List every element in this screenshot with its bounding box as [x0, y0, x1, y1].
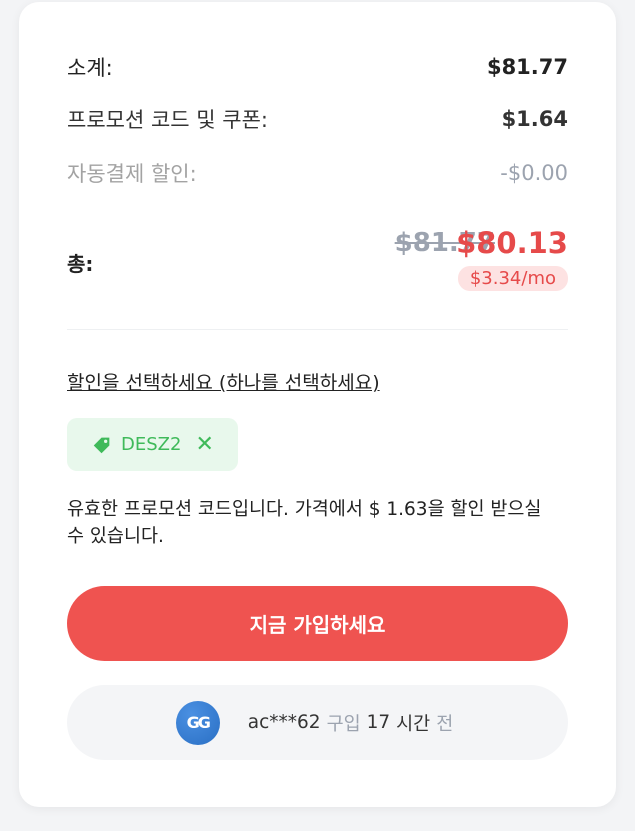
close-icon[interactable]: ✕: [195, 433, 213, 456]
autopay-row: 자동결제 할인: -$0.00: [67, 158, 568, 188]
time-ago: 전: [436, 713, 454, 735]
order-summary-card: 소계: $81.77 프로모션 코드 및 쿠폰: $1.64 자동결제 할인: …: [19, 2, 616, 807]
autopay-label: 자동결제 할인:: [67, 162, 197, 186]
purchase-action: 구입: [326, 713, 361, 735]
tag-icon: [93, 437, 110, 453]
promo-label: 프로모션 코드 및 쿠폰:: [67, 108, 268, 132]
coupon-code: DESZ2: [121, 434, 182, 455]
promo-message: 유효한 프로모션 코드입니다. 가격에서 $ 1.63을 할인 받으실 수 있습…: [67, 499, 542, 547]
final-price: $80.13: [456, 226, 568, 260]
total-label: 총:: [67, 252, 94, 276]
subtotal-value: $81.77: [486, 55, 568, 79]
coupon-chip: DESZ2 ✕: [67, 418, 238, 471]
time-unit: 시간: [396, 713, 431, 735]
autopay-value: -$0.00: [500, 161, 568, 185]
per-month-badge: $3.34/mo: [457, 266, 568, 291]
promo-value: $1.64: [501, 107, 568, 131]
avatar: GG: [175, 700, 220, 745]
select-discount-link[interactable]: 할인을 선택하세요 (하나를 선택하세요): [67, 368, 380, 395]
time-amount: 17: [366, 712, 391, 733]
signup-button[interactable]: 지금 가입하세요: [67, 586, 568, 661]
subtotal-row: 소계: $81.77: [67, 52, 568, 82]
recent-purchase-banner: GG ac***62 구입 17 시간 전: [67, 685, 568, 760]
purchaser-name: ac***62: [247, 712, 321, 733]
promo-row: 프로모션 코드 및 쿠폰: $1.64: [67, 104, 568, 134]
divider: [67, 329, 568, 330]
subtotal-label: 소계:: [67, 56, 113, 80]
